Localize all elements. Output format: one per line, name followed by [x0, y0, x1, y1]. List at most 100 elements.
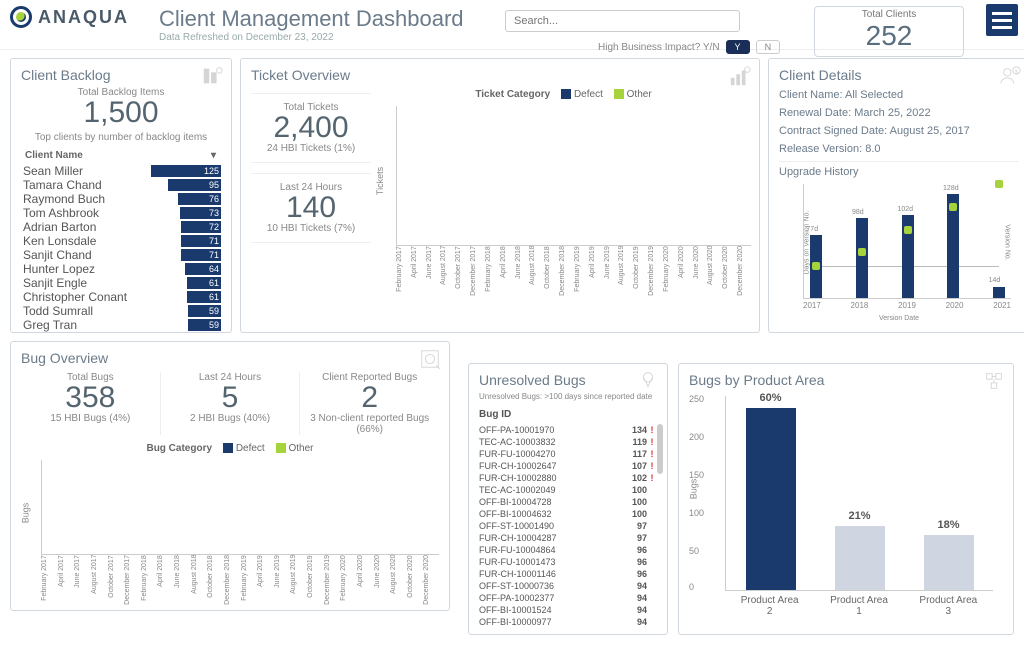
ticket-overview-card: Ticket Overview Total Tickets 2,400 24 H… [240, 58, 760, 333]
bpa-chart: 60% 21% 18% [725, 396, 993, 591]
bug-chart-title: Bug Category [146, 443, 212, 454]
bpa-bar: 60% [746, 408, 796, 590]
bpa-bar: 21% [835, 526, 885, 590]
unresolved-row[interactable]: OFF-BI-1000097794 [479, 616, 657, 628]
logo-icon [10, 6, 32, 28]
backlog-icon [201, 65, 223, 87]
bug-legend-defect-swatch [223, 443, 233, 453]
bug-ylabel: Bugs [20, 503, 30, 524]
menu-button[interactable] [986, 4, 1018, 36]
cd-heading: Client Details [779, 67, 1019, 83]
backlog-row[interactable]: Sean Miller125 [21, 164, 221, 178]
bpa-ylabel: Bugs [688, 479, 698, 500]
bug-legend-other-label: Other [289, 443, 314, 454]
bugs-by-product-area-card: Bugs by Product Area Bugs 250 200 150 10… [678, 363, 1014, 635]
backlog-total-value: 1,500 [21, 98, 221, 128]
cd-renewal: Renewal Date: March 25, 2022 [779, 107, 1019, 119]
unresolved-row[interactable]: FUR-FU-10004270117! [479, 448, 657, 460]
unresolved-row[interactable]: OFF-PA-1000237794 [479, 592, 657, 604]
title-block: Client Management Dashboard Data Refresh… [159, 6, 464, 43]
brand-text: ANAQUA [38, 7, 129, 28]
unresolved-row[interactable]: FUR-CH-10002880102! [479, 472, 657, 484]
total-clients-label: Total Clients [815, 9, 963, 20]
backlog-table: Client Name▾ [21, 147, 221, 164]
hbi-yes-pill[interactable]: Y [726, 40, 750, 54]
ticket-chart-title: Ticket Category [475, 89, 550, 100]
unresolved-col: Bug ID [479, 409, 657, 420]
backlog-row[interactable]: Raymond Buch76 [21, 192, 221, 206]
bug-total-sub: 15 HBI Bugs (4%) [27, 413, 154, 424]
unresolved-row[interactable]: TEC-AC-10002049100 [479, 484, 657, 496]
unresolved-row[interactable]: OFF-BI-10004632100 [479, 508, 657, 520]
unresolved-bugs-card: Unresolved Bugs Unresolved Bugs: >100 da… [468, 363, 668, 635]
client-details-icon: $ [999, 65, 1021, 87]
cd-signed: Contract Signed Date: August 25, 2017 [779, 125, 1019, 137]
bug-legend-defect-label: Defect [236, 443, 265, 454]
client-details-card: Client Details $ Client Name: All Select… [768, 58, 1024, 333]
unresolved-row[interactable]: OFF-ST-1000149097 [479, 520, 657, 532]
backlog-heading: Client Backlog [21, 67, 221, 83]
backlog-row[interactable]: Christopher Conant61 [21, 290, 221, 304]
ticket-ylabel: Tickets [375, 167, 385, 195]
bug-overview-icon [419, 348, 441, 370]
bpa-icon [983, 370, 1005, 392]
unresolved-sub: Unresolved Bugs: >100 days since reporte… [479, 392, 657, 401]
total-clients-card: Total Clients 252 [814, 6, 964, 57]
backlog-row[interactable]: Becky Martin59 [21, 332, 221, 333]
bug-last24-value: 5 [167, 383, 294, 413]
bpa-bar: 18% [924, 535, 974, 590]
bug-chart: Bug Category Defect Other Bugs February … [21, 443, 439, 605]
backlog-col-name: Client Name [23, 149, 207, 162]
unresolved-row[interactable]: FUR-FU-1000147396 [479, 556, 657, 568]
svg-text:$: $ [1015, 69, 1018, 75]
legend-defect-label: Defect [574, 89, 603, 100]
unresolved-row[interactable]: FUR-FU-1000486496 [479, 544, 657, 556]
ticket-total-box: Total Tickets 2,400 24 HBI Tickets (1%) [251, 93, 371, 163]
bug-overview-card: Bug Overview Total Bugs35815 HBI Bugs (4… [10, 341, 450, 611]
ticket-icon [729, 65, 751, 87]
unresolved-row[interactable]: FUR-CH-1000428797 [479, 532, 657, 544]
backlog-row[interactable]: Todd Sumrall59 [21, 304, 221, 318]
backlog-row[interactable]: Hunter Lopez64 [21, 262, 221, 276]
upgrade-heading: Upgrade History [779, 161, 1019, 178]
scrollbar-thumb[interactable] [657, 424, 663, 474]
hbi-label: High Business Impact? Y/N [598, 42, 720, 53]
unresolved-row[interactable]: TEC-AC-10003832119! [479, 436, 657, 448]
cd-client-name: Client Name: All Selected [779, 89, 1019, 101]
bpa-heading: Bugs by Product Area [689, 372, 1003, 388]
unresolved-row[interactable]: FUR-CH-10002647107! [479, 460, 657, 472]
unresolved-row[interactable]: OFF-BI-10004728100 [479, 496, 657, 508]
unresolved-row[interactable]: OFF-BI-1000152494 [479, 604, 657, 616]
cd-release: Release Version: 8.0 [779, 143, 1019, 155]
hbi-no-pill[interactable]: N [756, 40, 781, 54]
legend-other-label: Other [627, 89, 652, 100]
backlog-row[interactable]: Adrian Barton72 [21, 220, 221, 234]
ticket-heading: Ticket Overview [251, 67, 749, 83]
bug-legend-other-swatch [276, 443, 286, 453]
bug-heading: Bug Overview [21, 350, 439, 366]
search-input[interactable] [505, 10, 740, 32]
bug-client-sub: 3 Non-client reported Bugs (66%) [306, 413, 433, 435]
backlog-row[interactable]: Sanjit Engle61 [21, 276, 221, 290]
backlog-row[interactable]: Ken Lonsdale71 [21, 234, 221, 248]
backlog-row[interactable]: Sanjit Chand71 [21, 248, 221, 262]
backlog-row[interactable]: Tamara Chand95 [21, 178, 221, 192]
total-clients-value: 252 [815, 20, 963, 52]
backlog-row[interactable]: Greg Tran59 [21, 318, 221, 332]
hbi-filter: High Business Impact? Y/N Y N [598, 40, 780, 54]
unresolved-row[interactable]: FUR-CH-1000114696 [479, 568, 657, 580]
legend-other-swatch [614, 89, 624, 99]
client-backlog-card: Client Backlog Total Backlog Items 1,500… [10, 58, 232, 333]
upgrade-history-chart: 77d98d102d128d14d [803, 184, 1011, 299]
ticket-total-value: 2,400 [251, 113, 371, 143]
refresh-caption: Data Refreshed on December 23, 2022 [159, 32, 464, 43]
ticket-last24-box: Last 24 Hours 140 10 HBI Tickets (7%) [251, 173, 371, 243]
logo: ANAQUA [10, 6, 129, 28]
ticket-last24-value: 140 [251, 193, 371, 223]
ticket-total-sub: 24 HBI Tickets (1%) [251, 143, 371, 154]
legend-defect-swatch [561, 89, 571, 99]
bug-total-value: 358 [27, 383, 154, 413]
unresolved-row[interactable]: OFF-ST-1000073694 [479, 580, 657, 592]
backlog-row[interactable]: Tom Ashbrook73 [21, 206, 221, 220]
unresolved-row[interactable]: OFF-PA-10001970134! [479, 424, 657, 436]
